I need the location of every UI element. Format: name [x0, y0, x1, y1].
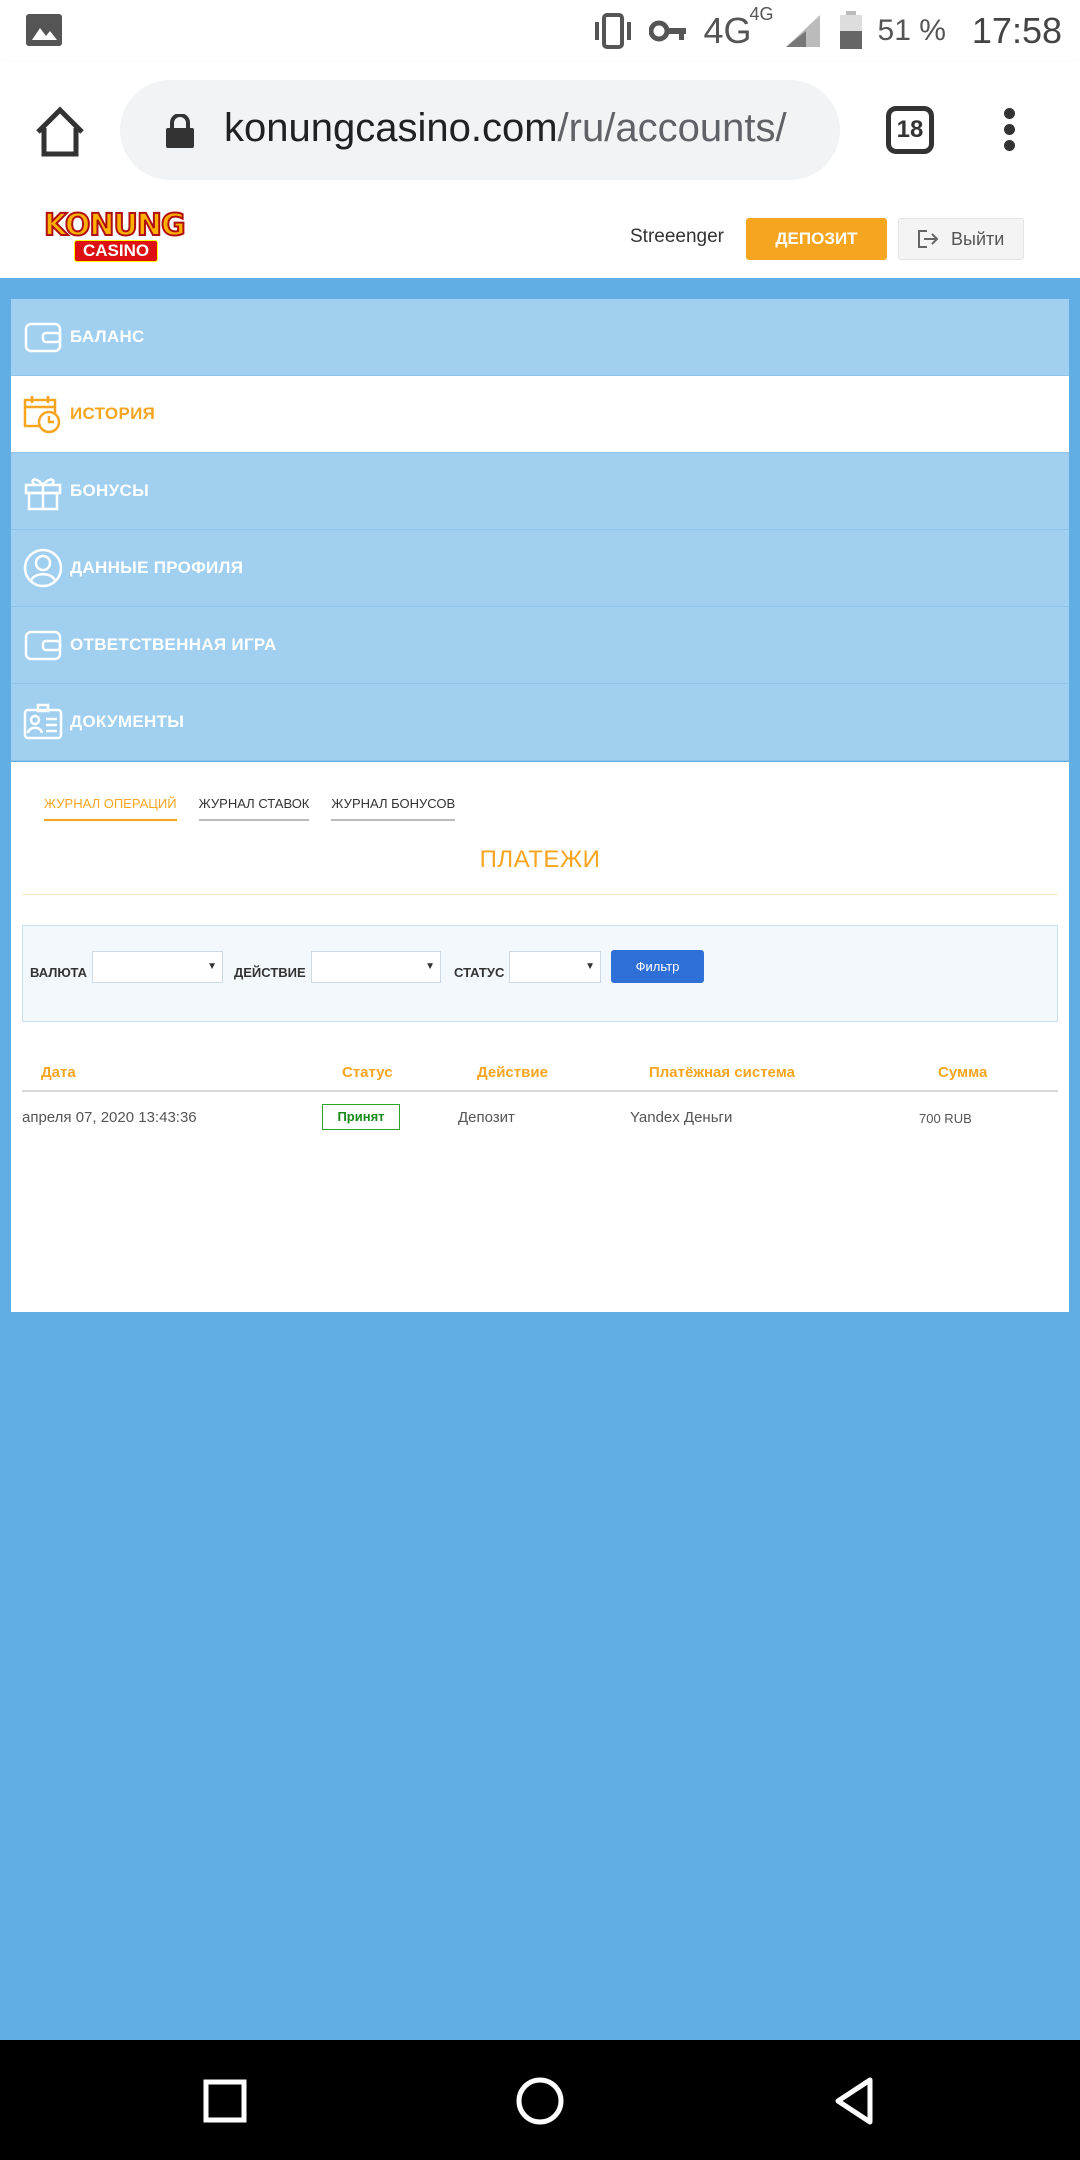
menu-item-responsible-gaming[interactable]: ОТВЕТСТВЕННАЯ ИГРА — [11, 607, 1069, 684]
deposit-button[interactable]: ДЕПОЗИТ — [746, 218, 887, 260]
menu-item-history[interactable]: ИСТОРИЯ — [11, 376, 1069, 453]
divider — [22, 894, 1058, 895]
browser-toolbar: konungcasino.com/ru/accounts/ 18 — [0, 62, 1080, 200]
cell-payment-system: Yandex Деньги — [630, 1109, 733, 1126]
signal-icon — [785, 15, 820, 47]
logout-button[interactable]: Выйти — [898, 218, 1024, 260]
logout-icon — [918, 230, 939, 248]
wallet-icon — [24, 322, 62, 353]
menu-item-balance[interactable]: БАЛАНС — [11, 299, 1069, 376]
action-label: ДЕЙСТВИЕ — [234, 965, 306, 980]
vpn-key-icon — [649, 20, 687, 42]
status-label: СТАТУС — [454, 965, 505, 980]
currency-select[interactable]: ▼ — [92, 951, 223, 983]
status-bar: 4G 4G 51 % 17:58 — [0, 0, 1080, 62]
table-header: Дата Статус Действие Платёжная система С… — [22, 1040, 1058, 1092]
column-header-date[interactable]: Дата — [41, 1064, 76, 1081]
user-icon — [23, 548, 63, 588]
battery-icon — [839, 11, 862, 49]
id-card-icon — [23, 703, 63, 740]
clock: 17:58 — [971, 10, 1062, 51]
column-header-amount[interactable]: Сумма — [938, 1064, 987, 1081]
chevron-down-icon: ▼ — [585, 961, 595, 972]
home-nav-icon[interactable] — [515, 2076, 565, 2126]
payments-table: Дата Статус Действие Платёжная система С… — [22, 1040, 1058, 1142]
column-header-action[interactable]: Действие — [477, 1064, 548, 1081]
site-header: KONUNG CASINO Streeenger ДЕПОЗИТ Выйти — [0, 200, 1080, 278]
history-tabs: ЖУРНАЛ ОПЕРАЦИЙ ЖУРНАЛ СТАВОК ЖУРНАЛ БОН… — [44, 796, 456, 821]
account-menu: БАЛАНС ИСТОРИЯ БОНУСЫ ДАННЫЕ ПРОФИЛЯ ОТВ… — [11, 299, 1069, 761]
back-icon[interactable] — [830, 2076, 880, 2126]
section-title: ПЛАТЕЖИ — [479, 846, 601, 873]
history-panel: ЖУРНАЛ ОПЕРАЦИЙ ЖУРНАЛ СТАВОК ЖУРНАЛ БОН… — [11, 762, 1069, 1312]
vibrate-icon — [595, 13, 632, 49]
logo[interactable]: KONUNG CASINO — [43, 207, 194, 264]
action-select[interactable]: ▼ — [311, 951, 441, 983]
cell-action: Депозит — [458, 1109, 515, 1126]
cell-date: апреля 07, 2020 13:43:36 — [22, 1109, 197, 1126]
menu-item-bonuses[interactable]: БОНУСЫ — [11, 453, 1069, 530]
menu-item-profile[interactable]: ДАННЫЕ ПРОФИЛЯ — [11, 530, 1069, 607]
currency-label: ВАЛЮТА — [30, 965, 88, 980]
tab-switcher-button[interactable]: 18 — [886, 106, 934, 154]
column-header-payment-system[interactable]: Платёжная система — [649, 1064, 795, 1081]
home-icon[interactable] — [32, 104, 88, 160]
filter-bar: ВАЛЮТА ▼ ДЕЙСТВИЕ ▼ СТАТУС ▼ Фильтр — [22, 925, 1058, 1022]
system-nav-bar — [0, 2040, 1080, 2160]
status-select[interactable]: ▼ — [509, 951, 601, 983]
battery-percent: 51 % — [877, 14, 946, 47]
url-text[interactable]: konungcasino.com/ru/accounts/ — [224, 106, 787, 151]
network-type: 4G 4G — [703, 4, 774, 51]
gift-icon — [24, 478, 62, 511]
tab-bets-log[interactable]: ЖУРНАЛ СТАВОК — [198, 796, 310, 821]
cell-amount: 700 RUB — [919, 1111, 972, 1126]
table-row: апреля 07, 2020 13:43:36 Принят Депозит … — [22, 1092, 1058, 1142]
more-options-icon[interactable] — [998, 106, 1022, 154]
chevron-down-icon: ▼ — [425, 961, 435, 972]
chevron-down-icon: ▼ — [207, 961, 217, 972]
address-bar[interactable]: konungcasino.com/ru/accounts/ — [120, 80, 840, 180]
menu-item-documents[interactable]: ДОКУМЕНТЫ — [11, 684, 1069, 761]
username[interactable]: Streeenger — [630, 226, 724, 248]
column-header-status[interactable]: Статус — [342, 1064, 393, 1081]
filter-button[interactable]: Фильтр — [611, 950, 704, 983]
gallery-icon — [26, 14, 62, 46]
status-badge: Принят — [322, 1104, 400, 1130]
wallet-icon — [24, 630, 62, 661]
calendar-clock-icon — [23, 396, 61, 434]
tab-operations-log[interactable]: ЖУРНАЛ ОПЕРАЦИЙ — [44, 796, 177, 821]
recents-icon[interactable] — [200, 2076, 250, 2126]
lock-icon — [166, 114, 194, 148]
tab-bonuses-log[interactable]: ЖУРНАЛ БОНУСОВ — [331, 796, 456, 821]
